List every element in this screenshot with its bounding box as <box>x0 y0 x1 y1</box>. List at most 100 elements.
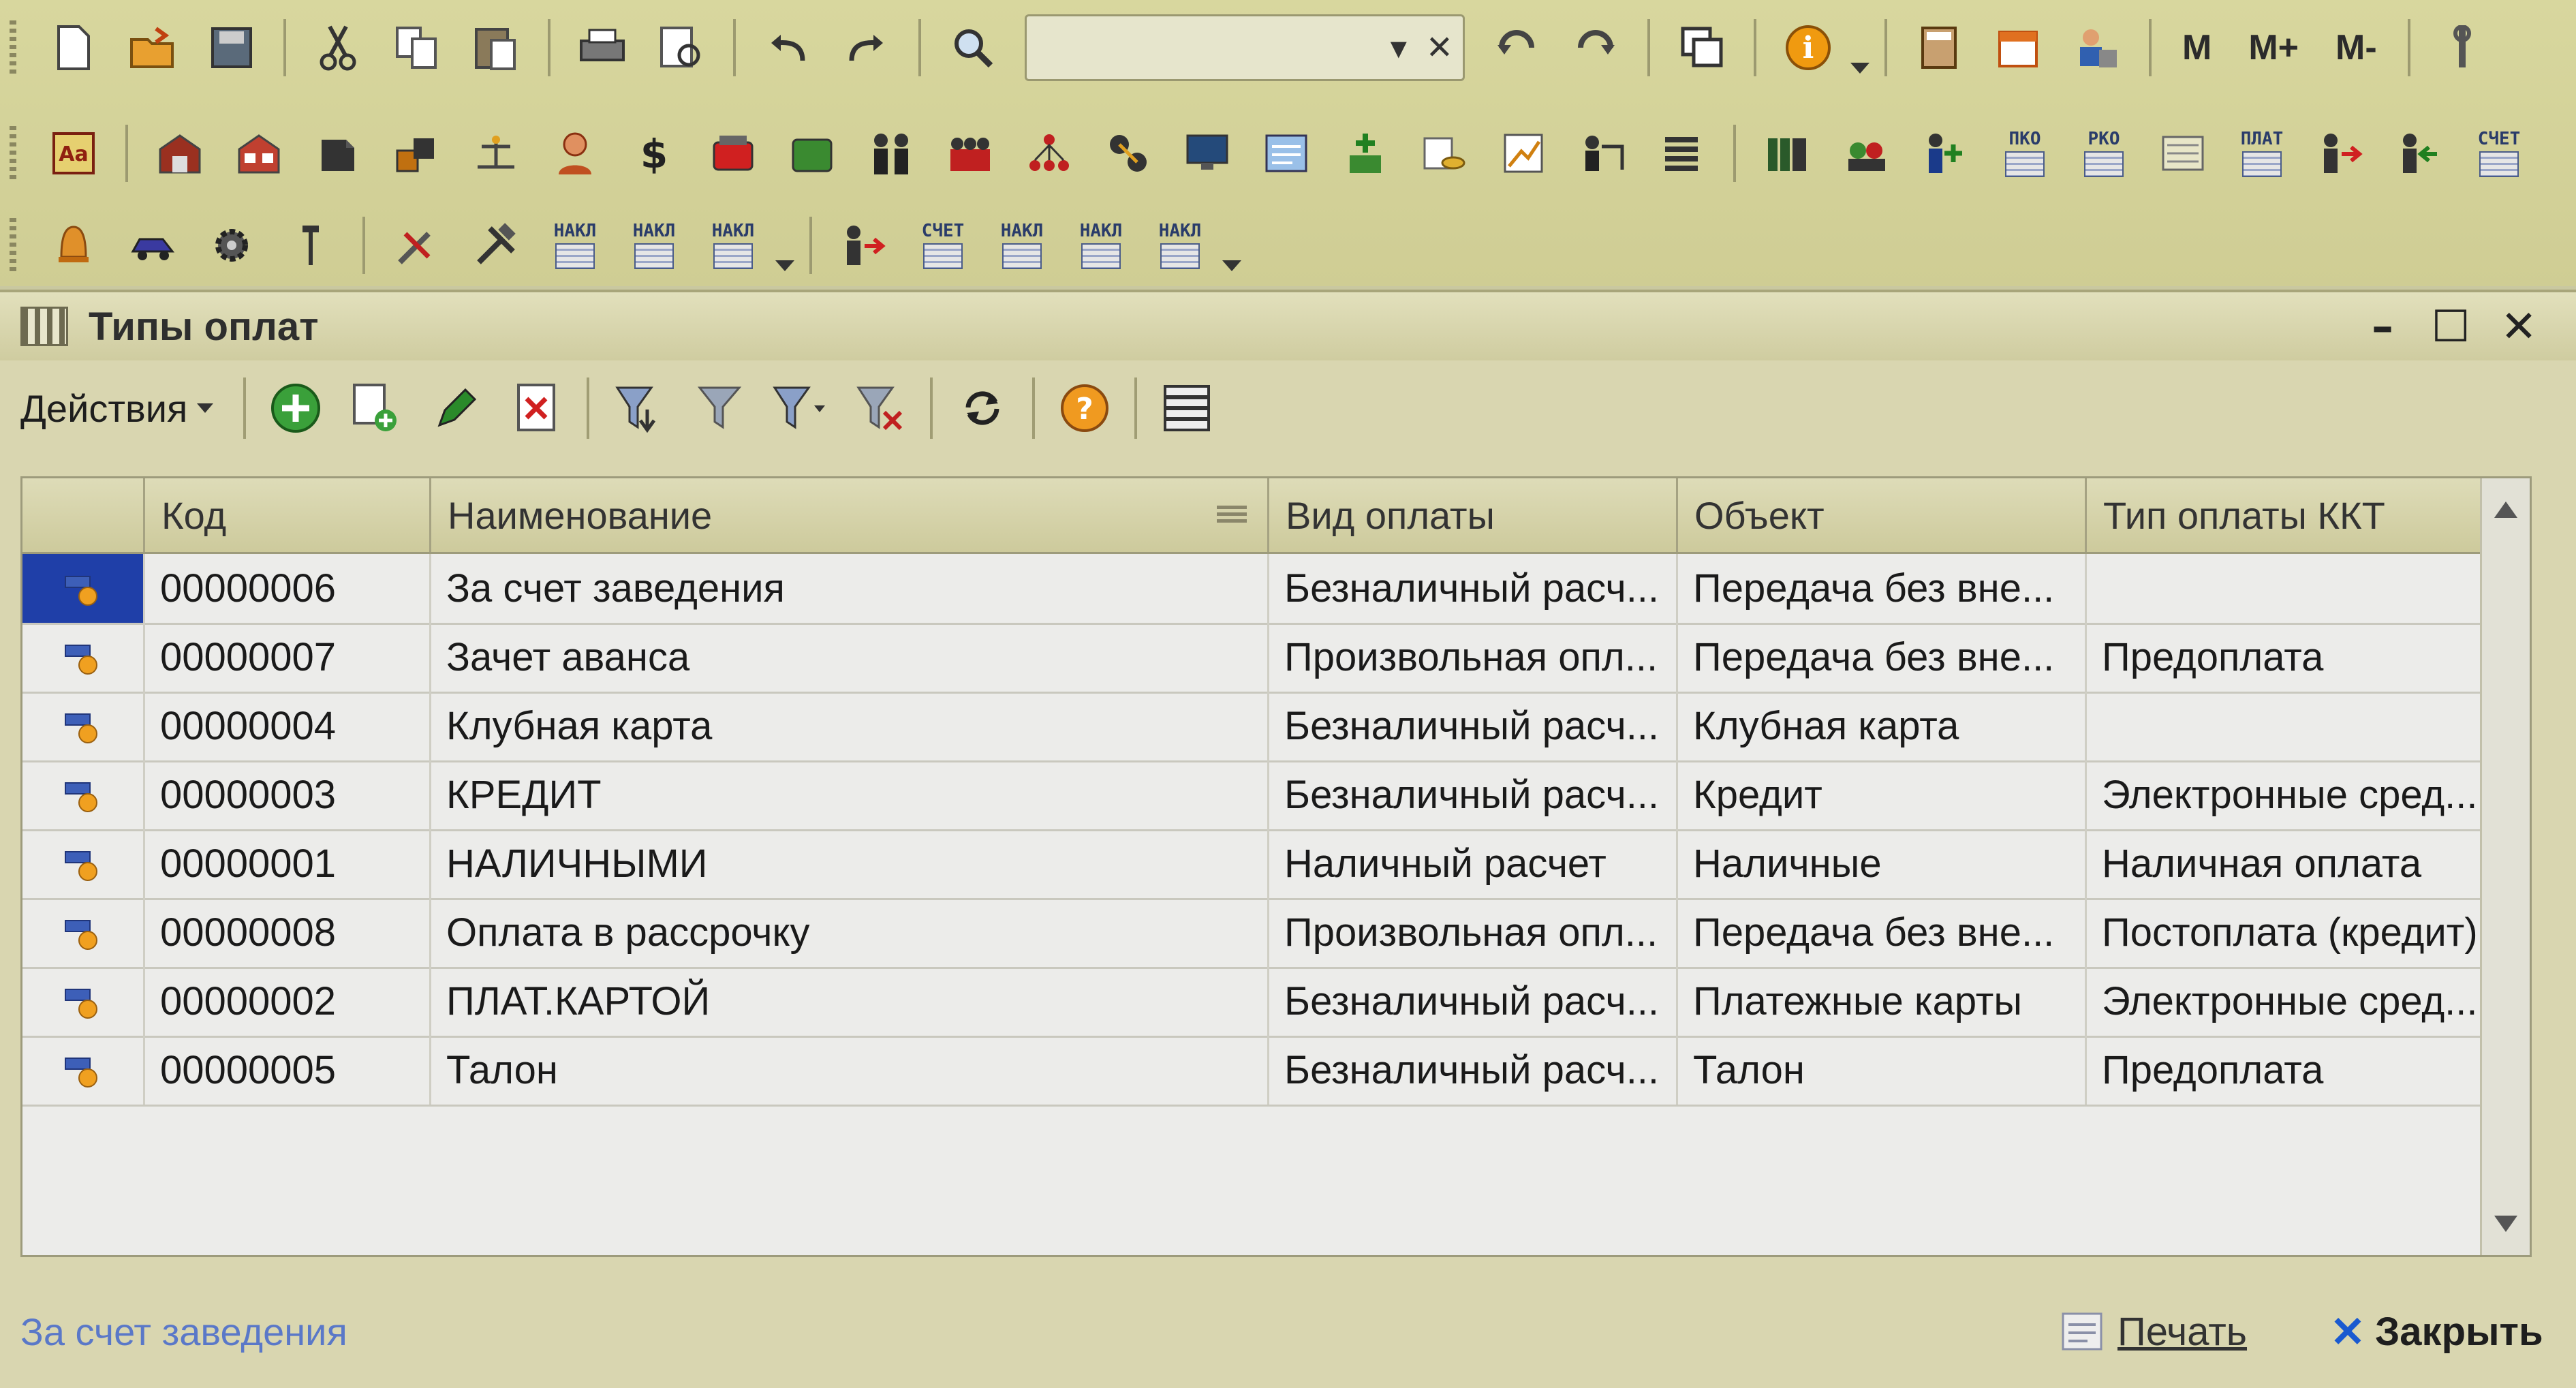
cut-icon[interactable] <box>310 20 366 76</box>
windows-icon[interactable] <box>1674 20 1730 76</box>
scroll-up-icon[interactable] <box>2494 502 2517 518</box>
refresh-icon[interactable] <box>952 377 1013 439</box>
person-transfer-icon[interactable] <box>836 217 892 273</box>
clear-filter-icon[interactable] <box>850 377 911 439</box>
print-button[interactable]: Печать <box>2058 1301 2247 1362</box>
filter-settings-icon[interactable] <box>608 377 670 439</box>
payment-order-button[interactable]: ПЛАТ <box>2234 125 2290 181</box>
account-book-icon[interactable] <box>784 125 840 181</box>
memory-minus-button[interactable]: M- <box>2329 20 2384 76</box>
minimize-icon[interactable]: – <box>2357 302 2408 352</box>
person-plus-icon[interactable] <box>1918 125 1974 181</box>
waybill-button-4[interactable]: НАКЛ <box>1152 217 1208 273</box>
coins-stack-icon[interactable] <box>1416 125 1472 181</box>
column-header-icon[interactable] <box>22 478 145 552</box>
close-button[interactable]: ✕ Закрыть <box>2330 1301 2543 1362</box>
column-header-object[interactable]: Объект <box>1678 478 2087 552</box>
invoice-button[interactable]: СЧЕТ <box>2471 125 2527 181</box>
list-icon[interactable] <box>1654 125 1709 181</box>
register-icon[interactable] <box>705 125 761 181</box>
route-icon[interactable] <box>1100 125 1156 181</box>
edit-pencil-icon[interactable] <box>426 377 487 439</box>
groups-icon[interactable] <box>1839 125 1895 181</box>
tools-icon[interactable] <box>2434 20 2490 76</box>
invoice-button[interactable]: СЧЕТ <box>915 217 971 273</box>
redo-icon[interactable] <box>839 20 895 76</box>
filter-icon[interactable] <box>689 377 750 439</box>
column-header-kkt-type[interactable]: Тип оплаты ККТ <box>2087 478 2509 552</box>
warehouse-icon[interactable] <box>152 125 208 181</box>
copy-icon[interactable] <box>389 20 445 76</box>
person-icon[interactable] <box>547 125 603 181</box>
open-folder-icon[interactable] <box>125 20 181 76</box>
save-icon[interactable] <box>204 20 260 76</box>
pin-icon[interactable] <box>283 217 339 273</box>
chart-icon[interactable] <box>1495 125 1551 181</box>
calculator-icon[interactable] <box>1911 20 1967 76</box>
waybill-button-3[interactable]: НАКЛ <box>1073 217 1129 273</box>
chevron-down-icon[interactable] <box>775 260 794 271</box>
person-transfer-icon[interactable] <box>2313 125 2369 181</box>
users-icon[interactable] <box>2069 20 2125 76</box>
font-document-icon[interactable]: Aa <box>46 125 102 181</box>
memory-button[interactable]: M <box>2175 20 2218 76</box>
hammer-tools-icon[interactable] <box>468 217 524 273</box>
print-icon[interactable] <box>574 20 630 76</box>
add-icon[interactable] <box>265 377 326 439</box>
waybill-button-2[interactable]: НАКЛ <box>994 217 1050 273</box>
ledger-icon[interactable] <box>2155 125 2211 181</box>
table-row[interactable]: 00000005 Талон Безналичный расч... Талон Пре… <box>22 1036 2530 1107</box>
window-titlebar[interactable]: Типы оплат – ☐ ✕ <box>0 292 2576 360</box>
scroll-down-icon[interactable] <box>2494 1216 2517 1232</box>
maximize-icon[interactable]: ☐ <box>2425 302 2476 352</box>
waybill-add-button[interactable]: НАКЛ <box>547 217 603 273</box>
cash-expense-order-button[interactable]: РКО <box>2076 125 2132 181</box>
team-icon[interactable] <box>942 125 998 181</box>
close-icon[interactable]: ✕ <box>2494 302 2544 352</box>
memory-plus-button[interactable]: M+ <box>2241 20 2306 76</box>
hierarchy-icon[interactable] <box>1021 125 1077 181</box>
books-icon[interactable] <box>1760 125 1816 181</box>
toolbar-grip[interactable] <box>10 218 16 273</box>
table-row[interactable]: 00000002 ПЛАТ.КАРТОЙ Безналичный расч... Пл… <box>22 967 2530 1038</box>
chevron-down-icon[interactable] <box>1850 63 1869 74</box>
toolbar-grip[interactable] <box>10 20 16 75</box>
vertical-scrollbar[interactable] <box>2480 478 2530 1255</box>
currency-icon[interactable]: $ <box>626 125 682 181</box>
column-header-name[interactable]: Наименование <box>431 478 1269 552</box>
gear-icon[interactable] <box>204 217 260 273</box>
waybill-move-button[interactable]: НАКЛ <box>705 217 761 273</box>
list-view-icon[interactable] <box>1156 377 1217 439</box>
cash-receipt-order-button[interactable]: ПКО <box>1997 125 2053 181</box>
new-document-icon[interactable] <box>46 20 102 76</box>
clear-search-icon[interactable]: ✕ <box>1426 29 1453 67</box>
cabinet-icon[interactable] <box>310 125 366 181</box>
search-icon[interactable] <box>945 20 1001 76</box>
print-preview-icon[interactable] <box>653 20 709 76</box>
toolbar-grip[interactable] <box>10 126 16 181</box>
history-forward-icon[interactable] <box>1568 20 1624 76</box>
delete-icon[interactable] <box>506 377 568 439</box>
table-row[interactable]: 00000007 Зачет аванса Произвольная опл... П… <box>22 623 2530 694</box>
people-table-icon[interactable] <box>1574 125 1630 181</box>
help-icon[interactable]: ? <box>1054 377 1115 439</box>
add-plant-icon[interactable] <box>1337 125 1393 181</box>
undo-icon[interactable] <box>760 20 816 76</box>
chevron-down-icon[interactable] <box>1222 260 1241 271</box>
waybill-remove-button[interactable]: НАКЛ <box>626 217 682 273</box>
actions-menu-button[interactable]: Действия <box>20 386 214 431</box>
shop-icon[interactable] <box>231 125 287 181</box>
goods-icon[interactable] <box>389 125 445 181</box>
calendar-icon[interactable] <box>1990 20 2046 76</box>
chevron-down-icon[interactable]: ▾ <box>1391 29 1407 67</box>
info-icon[interactable]: i <box>1780 20 1836 76</box>
staff-icon[interactable] <box>863 125 919 181</box>
column-header-code[interactable]: Код <box>145 478 431 552</box>
bell-icon[interactable] <box>46 217 102 273</box>
paste-icon[interactable] <box>468 20 524 76</box>
search-input[interactable]: ▾ ✕ <box>1025 14 1465 81</box>
monitor-icon[interactable] <box>1179 125 1235 181</box>
table-row[interactable]: 00000001 НАЛИЧНЫМИ Наличный расчет Наличные… <box>22 829 2530 900</box>
table-row[interactable]: 00000006 За счет заведения Безналичный рас… <box>22 554 2530 625</box>
document-list-icon[interactable] <box>1258 125 1314 181</box>
